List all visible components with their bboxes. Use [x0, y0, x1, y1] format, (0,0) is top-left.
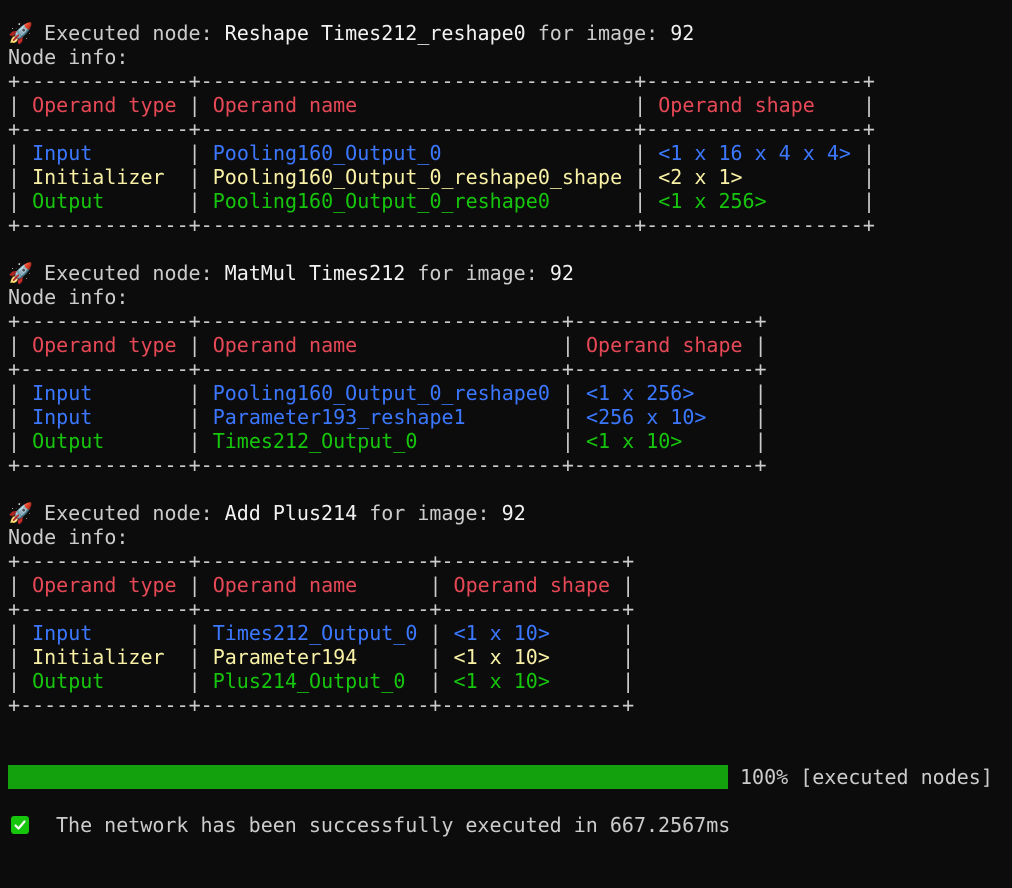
operand-shape: <1 x 16 x 4 x 4> — [658, 141, 851, 165]
operand-name: Pooling160_Output_0 — [212, 141, 442, 165]
operand-shape: <1 x 10> — [453, 645, 550, 669]
heading-prefix: Executed node: — [44, 501, 213, 525]
table-row: | Input | Times212_Output_0 | <1 x 10> | — [8, 621, 635, 645]
operand-shape: <1 x 10> — [453, 621, 550, 645]
node-block: 🚀 Executed node: MatMul Times212 for ima… — [8, 261, 1008, 501]
progress-bar-fill — [8, 765, 728, 789]
table-row: | Output | Pooling160_Output_0_reshape0 … — [8, 189, 875, 213]
table-border: +--------------+------------------------… — [8, 213, 875, 237]
operand-type: Input — [32, 141, 93, 165]
table-header-row: | Operand type | Operand name | Operand … — [8, 573, 635, 597]
table-border: +--------------+------------------------… — [8, 309, 767, 333]
heading-prefix: Executed node: — [44, 21, 213, 45]
column-header: Operand name — [212, 93, 358, 117]
column-header: Operand shape — [586, 333, 743, 357]
operand-type: Output — [32, 669, 105, 693]
heading-for: for image: — [417, 261, 538, 285]
table-border: +--------------+------------------------… — [8, 69, 875, 93]
column-header: Operand type — [32, 333, 177, 357]
node-info-label: Node info: — [8, 45, 129, 69]
operand-name: Pooling160_Output_0_reshape0 — [212, 189, 550, 213]
table-header-row: | Operand type | Operand name | Operand … — [8, 93, 876, 117]
operand-type: Output — [32, 189, 105, 213]
operand-shape: <1 x 256> — [658, 189, 767, 213]
table-row: | Input | Pooling160_Output_0 | <1 x 16 … — [8, 141, 876, 165]
progress-bar — [8, 765, 728, 789]
rocket-icon: 🚀 — [8, 21, 33, 45]
column-header: Operand shape — [453, 573, 611, 597]
operand-type: Output — [32, 429, 105, 453]
operand-shape: <2 x 1> — [658, 165, 743, 189]
operand-type: Input — [32, 405, 93, 429]
table-border: +--------------+------------------------… — [8, 357, 767, 381]
column-header: Operand type — [32, 573, 177, 597]
column-header: Operand name — [212, 573, 358, 597]
node-heading: 🚀 Executed node: Reshape Times212_reshap… — [8, 21, 1008, 45]
heading-for: for image: — [537, 21, 659, 45]
table-row: | Output | Times212_Output_0 | <1 x 10> … — [8, 429, 767, 453]
operand-shape: <1 x 256> — [586, 381, 695, 405]
operand-type: Input — [32, 381, 93, 405]
table-border: +--------------+-------------------+----… — [8, 597, 635, 621]
image-number: 92 — [670, 21, 695, 45]
column-header: Operand shape — [658, 93, 815, 117]
operand-name: Parameter194 — [212, 645, 358, 669]
operand-shape: <1 x 10> — [586, 429, 683, 453]
table-row: | Initializer | Pooling160_Output_0_resh… — [8, 165, 875, 189]
operand-name: Pooling160_Output_0_reshape0 — [212, 381, 550, 405]
table-row: | Input | Pooling160_Output_0_reshape0 |… — [8, 381, 767, 405]
node-op: Add — [224, 501, 261, 525]
node-op: MatMul — [224, 261, 297, 285]
table-row: | Input | Parameter193_reshape1 | <256 x… — [8, 405, 767, 429]
node-heading: 🚀 Executed node: Add Plus214 for image: … — [8, 501, 1008, 525]
node-block: 🚀 Executed node: Reshape Times212_reshap… — [8, 21, 1008, 261]
column-header: Operand type — [32, 93, 177, 117]
operand-name: Pooling160_Output_0_reshape0_shape — [212, 165, 623, 189]
node-block: 🚀 Executed node: Add Plus214 for image: … — [8, 501, 1008, 717]
check-box-icon — [11, 816, 29, 834]
completion-row: The network has been successfully execut… — [8, 813, 1008, 837]
node-name: Times212_reshape0 — [321, 21, 526, 45]
table-border: +--------------+------------------------… — [8, 117, 875, 141]
completion-message: The network has been successfully execut… — [56, 813, 731, 837]
operand-name: Times212_Output_0 — [212, 429, 418, 453]
operand-type: Initializer — [32, 165, 165, 189]
terminal-output: 🚀 Executed node: Reshape Times212_reshap… — [8, 21, 1008, 717]
table-border: +--------------+------------------------… — [8, 453, 767, 477]
operand-shape: <256 x 10> — [586, 405, 707, 429]
table-row: | Initializer | Parameter194 | <1 x 10> … — [8, 645, 635, 669]
table-border: +--------------+-------------------+----… — [8, 693, 635, 717]
heading-prefix: Executed node: — [44, 261, 213, 285]
operand-name: Parameter193_reshape1 — [212, 405, 466, 429]
operand-type: Initializer — [32, 645, 165, 669]
image-number: 92 — [501, 501, 526, 525]
progress-row: 100% [executed nodes] — [8, 765, 1008, 789]
table-row: | Output | Plus214_Output_0 | <1 x 10> | — [8, 669, 635, 693]
rocket-icon: 🚀 — [8, 501, 33, 525]
operand-name: Plus214_Output_0 — [212, 669, 406, 693]
operand-type: Input — [32, 621, 93, 645]
table-border: +--------------+-------------------+----… — [8, 549, 635, 573]
node-name: Plus214 — [272, 501, 358, 525]
progress-label: 100% [executed nodes] — [740, 765, 993, 789]
rocket-icon: 🚀 — [8, 261, 33, 285]
node-op: Reshape — [224, 21, 309, 45]
heading-for: for image: — [369, 501, 490, 525]
column-header: Operand name — [212, 333, 358, 357]
node-name: Times212 — [308, 261, 406, 285]
operand-shape: <1 x 10> — [453, 669, 550, 693]
table-header-row: | Operand type | Operand name | Operand … — [8, 333, 767, 357]
image-number: 92 — [549, 261, 574, 285]
node-info-label: Node info: — [8, 285, 129, 309]
node-heading: 🚀 Executed node: MatMul Times212 for ima… — [8, 261, 1008, 285]
operand-name: Times212_Output_0 — [212, 621, 418, 645]
node-info-label: Node info: — [8, 525, 129, 549]
